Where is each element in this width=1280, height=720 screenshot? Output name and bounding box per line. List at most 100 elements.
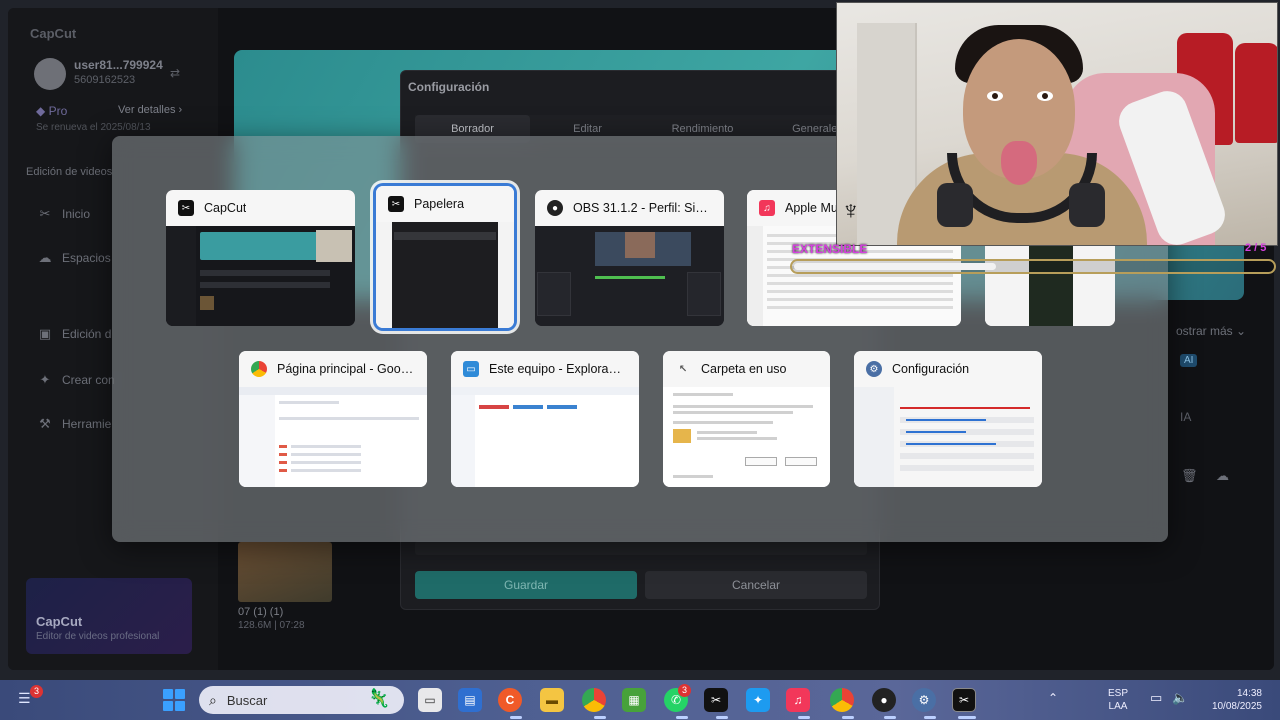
notifications-icon[interactable]: ☰ xyxy=(18,690,31,707)
ia-label: IA xyxy=(1180,410,1192,424)
avatar[interactable] xyxy=(34,58,66,90)
running-indicator xyxy=(958,716,976,719)
switcher-window-settings[interactable]: ⚙ Configuración xyxy=(854,351,1042,487)
switcher-window-folder-in-use[interactable]: ↖ Carpeta en uso xyxy=(663,351,830,487)
taskbar-search[interactable]: ⌕ Buscar 🦎 xyxy=(199,686,404,714)
scissors-icon: ✂ xyxy=(39,206,51,221)
pro-badge: ◆ Pro xyxy=(36,104,68,118)
search-icon: ⌕ xyxy=(209,691,217,708)
chevron-up-icon[interactable]: ⌃ xyxy=(1048,691,1058,705)
whatsapp-badge: 3 xyxy=(678,684,691,697)
start-button[interactable] xyxy=(163,689,185,711)
chrome-icon xyxy=(251,361,267,377)
switcher-window-obs[interactable]: ● OBS 31.1.2 - Perfil: Sin Titul... xyxy=(535,190,724,326)
minecraft-icon[interactable]: ▦ xyxy=(622,688,646,712)
clip-name: 07 (1) (1) xyxy=(238,606,284,618)
capcut-icon: ✂ xyxy=(178,200,194,216)
obs-icon[interactable]: ● xyxy=(872,688,896,712)
clip-meta: 128.6M | 07:28 xyxy=(238,620,305,631)
notifications-badge: 3 xyxy=(30,685,43,698)
chrome-profile-icon[interactable] xyxy=(830,688,854,712)
gear-icon[interactable]: ⚙ xyxy=(912,688,936,712)
view-details-link[interactable]: Ver detalles › xyxy=(118,104,182,116)
window-thumbnail xyxy=(239,387,427,487)
promo-card[interactable]: CapCut Editor de videos profesional xyxy=(26,578,192,654)
window-title: Página principal - Google... xyxy=(277,362,415,376)
user-id: 5609162523 xyxy=(74,74,136,86)
save-button[interactable]: Guardar xyxy=(415,571,637,599)
template-icon: ▣ xyxy=(38,326,52,341)
running-indicator xyxy=(798,716,810,719)
sparkle-icon: ✦ xyxy=(39,372,51,387)
window-title: CapCut xyxy=(204,201,247,215)
volume-icon[interactable]: 🔈 xyxy=(1172,690,1188,706)
running-indicator xyxy=(676,716,688,719)
system-clock[interactable]: 14:38 10/08/2025 xyxy=(1200,687,1262,713)
nav-espacios[interactable]: ☁ Espacios xyxy=(38,250,111,266)
toolbox-icon: ⚒ xyxy=(39,416,51,431)
config-title: Configuración xyxy=(408,80,490,94)
network-icon[interactable]: ▭ xyxy=(1150,690,1162,706)
nav-inicio[interactable]: ✂ Inicio xyxy=(38,206,90,222)
folder-icon[interactable]: ▬ xyxy=(540,688,564,712)
window-title: Configuración xyxy=(892,362,970,376)
nav-label: Crear con xyxy=(62,373,115,387)
capcut-icon[interactable]: ✂ xyxy=(704,688,728,712)
swap-account-icon[interactable]: ⇄ xyxy=(170,66,180,80)
language-indicator[interactable]: ESP LAA xyxy=(1108,687,1128,713)
apple-music-icon: ♫ xyxy=(759,200,775,216)
trash-icon[interactable]: 🗑 xyxy=(1181,468,1198,484)
window-title: Papelera xyxy=(414,197,465,211)
window-thumbnail xyxy=(663,387,830,487)
cloud-icon: ☁ xyxy=(38,250,52,265)
nav-label: Edición d xyxy=(62,327,112,341)
chrome-icon[interactable] xyxy=(582,688,606,712)
search-highlight-icon: 🦎 xyxy=(367,688,390,708)
window-header: ● OBS 31.1.2 - Perfil: Sin Titul... xyxy=(535,190,724,226)
window-thumbnail xyxy=(535,226,724,326)
nav-herramientas[interactable]: ⚒ Herramie xyxy=(38,416,111,432)
store-icon[interactable]: ▤ xyxy=(458,688,482,712)
promo-subtitle: Editor de videos profesional xyxy=(36,631,160,642)
overlay-label: EXTENSIBLE xyxy=(792,242,868,256)
running-indicator xyxy=(510,716,522,719)
nav-label: Herramie xyxy=(62,417,112,431)
window-header: ✂ CapCut xyxy=(166,190,355,226)
overlay-progress-bar xyxy=(790,259,1276,274)
renew-text: Se renueva el 2025/08/13 xyxy=(36,122,151,133)
file-icon[interactable]: ▭ xyxy=(418,688,442,712)
nav-edicion[interactable]: ▣ Edición d xyxy=(38,326,112,342)
webcam-overlay: ♆ xyxy=(836,2,1278,246)
window-thumbnail xyxy=(376,222,514,328)
config-field[interactable] xyxy=(415,541,867,555)
window-thumbnail xyxy=(166,226,355,326)
jersey-image xyxy=(1235,43,1277,143)
switcher-window-explorer[interactable]: ▭ Este equipo - Explorador d... xyxy=(451,351,639,487)
show-more-link[interactable]: ostrar más ⌄ xyxy=(1176,324,1246,338)
obs-icon: ● xyxy=(547,200,563,216)
cancel-button[interactable]: Cancelar xyxy=(645,571,867,599)
promo-title: CapCut xyxy=(36,614,83,629)
twitter-icon[interactable]: ✦ xyxy=(746,688,770,712)
cloud-off-icon[interactable]: ☁ xyxy=(1216,468,1229,484)
window-header: Página principal - Google... xyxy=(239,351,427,387)
clip-thumbnail[interactable] xyxy=(238,542,332,602)
creative-cloud-icon[interactable]: C xyxy=(498,688,522,712)
nav-crear[interactable]: ✦ Crear con xyxy=(38,372,115,388)
folder-cancel-button xyxy=(785,457,817,466)
capcut-icon: ✂ xyxy=(388,196,404,212)
user-profile[interactable]: user81...799924 5609162523 ⇄ xyxy=(34,58,214,98)
switcher-window-papelera[interactable]: ✂ Papelera xyxy=(376,186,514,328)
cursor-icon: ↖ xyxy=(678,363,688,375)
switcher-window-capcut[interactable]: ✂ CapCut xyxy=(166,190,355,326)
retry-button xyxy=(745,457,777,466)
apple-music-icon[interactable]: ♫ xyxy=(786,688,810,712)
capcut-brand: CapCut xyxy=(30,26,77,41)
running-indicator xyxy=(842,716,854,719)
gear-icon: ⚙ xyxy=(866,361,882,377)
username: user81...799924 xyxy=(74,58,163,72)
capcut-active-icon[interactable]: ✂ xyxy=(952,688,976,712)
window-header: ⚙ Configuración xyxy=(854,351,1042,387)
switcher-window-chrome[interactable]: Página principal - Google... xyxy=(239,351,427,487)
liverbird-logo-icon: ♆ xyxy=(841,195,861,225)
